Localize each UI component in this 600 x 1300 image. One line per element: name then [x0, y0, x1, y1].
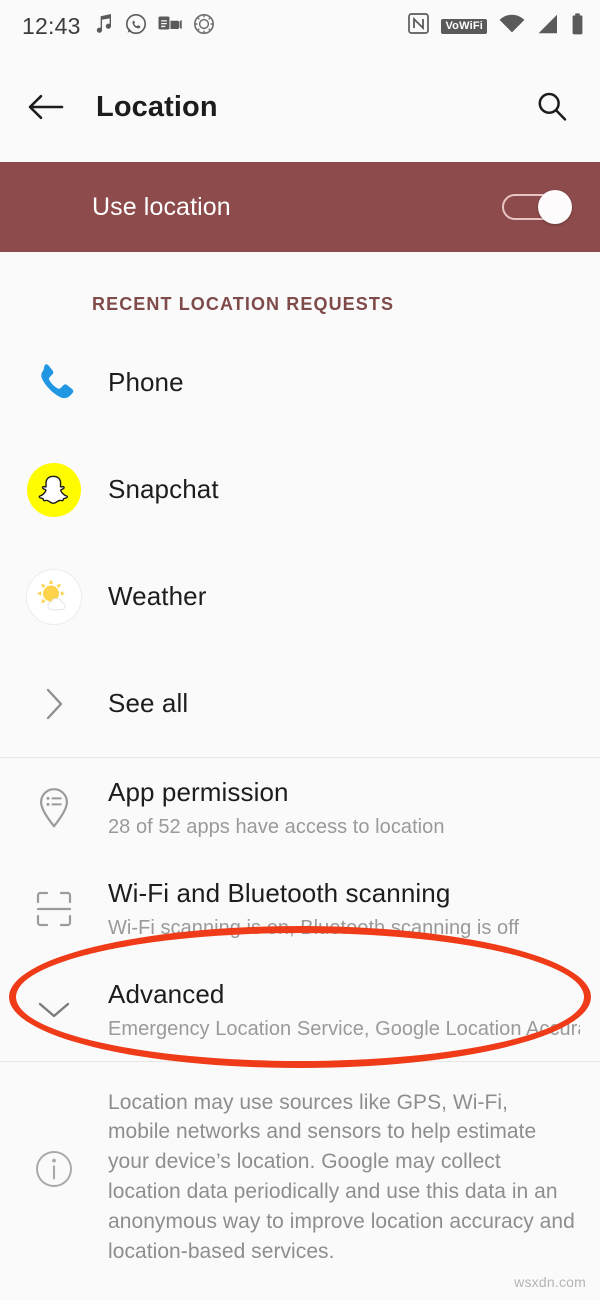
setting-row-app-permission[interactable]: App permission 28 of 52 apps have access…	[0, 758, 600, 859]
battery-icon	[571, 12, 584, 40]
snapchat-app-icon	[16, 462, 92, 517]
setting-subtitle: Wi-Fi scanning is on, Bluetooth scanning…	[108, 916, 520, 939]
list-item[interactable]: Snapchat	[0, 436, 600, 543]
setting-title: Wi-Fi and Bluetooth scanning	[108, 877, 451, 908]
search-icon[interactable]	[530, 85, 574, 129]
outlook-icon	[158, 14, 182, 39]
list-item-label: Phone	[108, 367, 184, 397]
soccer-ball-icon	[193, 13, 215, 40]
setting-text-block: Advanced Emergency Location Service, Goo…	[108, 978, 600, 1041]
status-bar-system-icons: VoWiFi	[408, 12, 584, 40]
use-location-label: Use location	[92, 192, 231, 221]
setting-subtitle: 28 of 52 apps have access to location	[108, 815, 445, 838]
back-arrow-icon[interactable]	[24, 85, 68, 129]
status-bar-notification-icons	[95, 13, 215, 40]
status-bar-clock: 12:43	[22, 12, 81, 39]
use-location-toggle[interactable]	[502, 190, 572, 224]
setting-title: App permission	[108, 777, 289, 807]
scan-brackets-icon	[16, 889, 92, 929]
music-note-icon	[95, 13, 114, 40]
weather-icon-circle	[27, 569, 81, 624]
weather-app-icon	[16, 569, 92, 624]
see-all-label: See all	[108, 688, 189, 718]
location-info-note: Location may use sources like GPS, Wi-Fi…	[0, 1062, 600, 1267]
info-icon	[16, 1088, 92, 1188]
toggle-thumb	[538, 190, 572, 224]
list-item[interactable]: Phone	[0, 329, 600, 436]
setting-row-scanning[interactable]: Wi-Fi and Bluetooth scanning Wi-Fi scann…	[0, 859, 600, 960]
watermark: wsxdn.com	[514, 1274, 586, 1290]
cellular-signal-icon	[537, 14, 559, 39]
wifi-icon	[499, 14, 525, 39]
list-item-label: Weather	[108, 581, 207, 611]
settings-content: RECENT LOCATION REQUESTS Phone Snapchat	[0, 252, 600, 1267]
page-title: Location	[96, 90, 218, 123]
setting-title: Advanced	[108, 978, 225, 1009]
nfc-icon	[408, 13, 430, 39]
status-bar: 12:43 VoWiFi	[0, 0, 600, 52]
setting-text-block: Wi-Fi and Bluetooth scanning Wi-Fi scann…	[108, 877, 600, 940]
setting-text-block: App permission 28 of 52 apps have access…	[108, 777, 600, 839]
setting-subtitle: Emergency Location Service, Google Locat…	[108, 1017, 580, 1040]
whatsapp-icon	[125, 13, 147, 40]
vowifi-badge: VoWiFi	[441, 18, 487, 34]
see-all-row[interactable]: See all	[0, 650, 600, 757]
location-pin-list-icon	[16, 786, 92, 830]
location-info-text: Location may use sources like GPS, Wi-Fi…	[108, 1090, 575, 1263]
list-item[interactable]: Weather	[0, 543, 600, 650]
recent-requests-header: RECENT LOCATION REQUESTS	[92, 294, 395, 314]
use-location-banner[interactable]: Use location	[0, 162, 600, 252]
chevron-right-icon	[16, 687, 92, 721]
list-item-label: Snapchat	[108, 474, 219, 504]
phone-app-icon	[16, 358, 92, 408]
app-bar: Location	[0, 52, 600, 162]
chevron-down-icon[interactable]	[16, 999, 92, 1021]
snapchat-icon-circle	[27, 462, 81, 517]
setting-row-advanced[interactable]: Advanced Emergency Location Service, Goo…	[0, 960, 600, 1061]
